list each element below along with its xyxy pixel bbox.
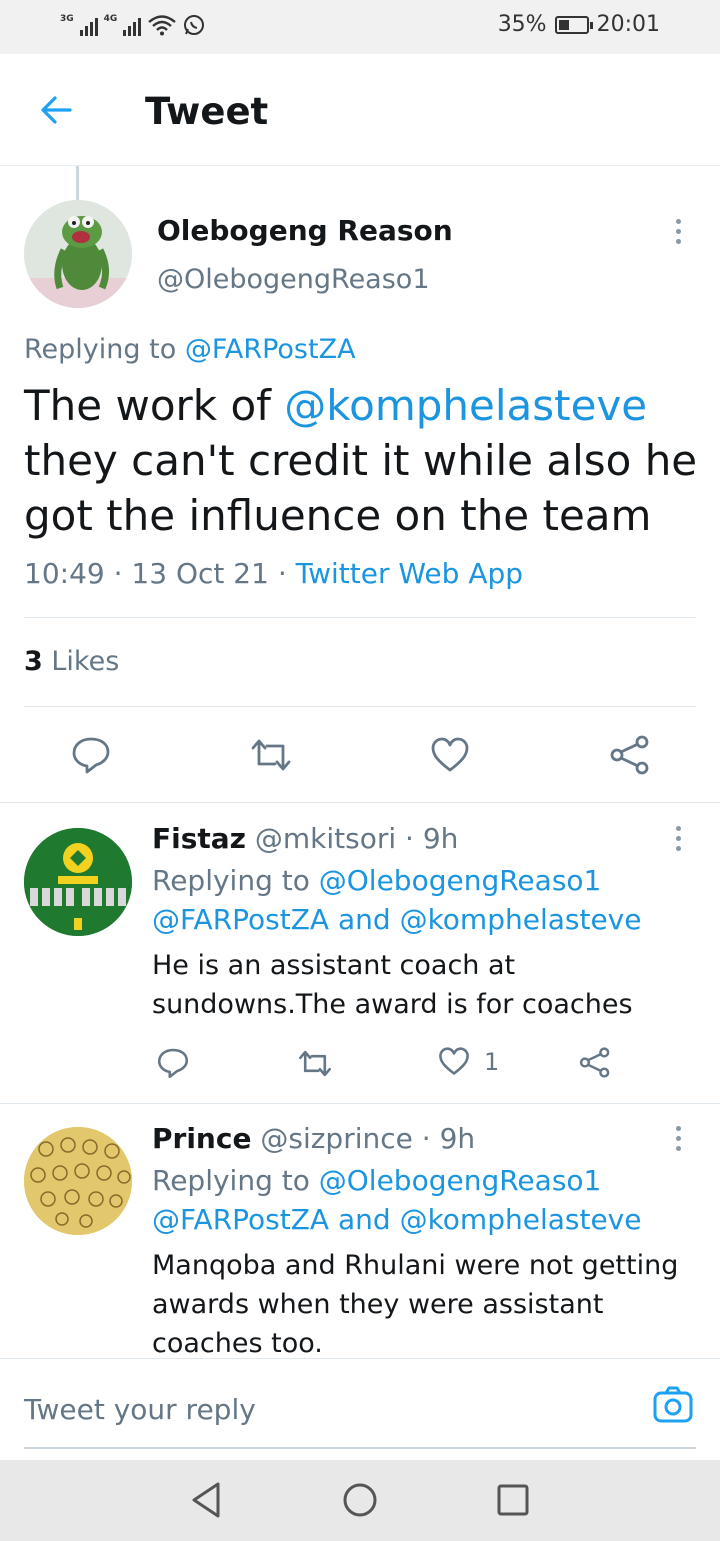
sketch-avatar-image xyxy=(24,1127,132,1235)
share-icon[interactable] xyxy=(578,1046,612,1079)
retweet-icon[interactable] xyxy=(297,1048,333,1079)
replying-to: Replying to @FARPostZA xyxy=(24,334,356,365)
status-right: 35% 20:01 xyxy=(498,12,660,37)
reply-input[interactable]: Tweet your reply xyxy=(24,1393,256,1426)
battery-percent: 35% xyxy=(497,12,547,37)
reply-age: 9h xyxy=(439,1122,476,1155)
system-nav-bar xyxy=(0,1460,720,1541)
signal-indicators: 3G 4G xyxy=(60,14,205,36)
mention-link[interactable]: @OlebogengReaso1 xyxy=(319,1164,602,1197)
network-type-2: 4G xyxy=(103,14,118,24)
author-handle[interactable]: @OlebogengReaso1 xyxy=(157,264,430,295)
mention-link[interactable]: @komphelasteve xyxy=(284,381,647,430)
signal-icon xyxy=(79,16,98,36)
thread-connector xyxy=(76,166,79,200)
reply-input-underline xyxy=(24,1447,696,1449)
status-bar: 3G 4G 35% 20:01 xyxy=(0,0,720,54)
reply-author-name[interactable]: Fistaz xyxy=(152,822,246,855)
reply-replying-to-more: @FARPostZA and @komphelasteve xyxy=(152,1203,641,1236)
reply-text: He is an assistant coach at sundowns.The… xyxy=(152,950,633,1020)
likes-count: 3 xyxy=(24,646,43,677)
like-icon[interactable] xyxy=(430,736,470,774)
nav-home-icon[interactable] xyxy=(341,1480,379,1520)
tweet-text-start: The work of xyxy=(24,381,285,430)
tweet-text-end: they can't credit it while also he got t… xyxy=(24,436,698,540)
reply-text: Manqoba and Rhulani were not getting awa… xyxy=(152,1250,679,1359)
retweet-icon[interactable] xyxy=(249,736,293,774)
signal-icon xyxy=(123,16,142,36)
reply-replying-to: Replying to @OlebogengReaso1 xyxy=(152,1164,601,1197)
mention-link[interactable]: @komphelasteve xyxy=(400,1203,642,1236)
clock: 20:01 xyxy=(596,12,660,37)
wifi-icon xyxy=(148,15,177,36)
reply-header: Fistaz @mkitsori · 9h xyxy=(152,822,458,855)
reply-age: 9h xyxy=(422,822,459,855)
mention-link[interactable]: @FARPostZA xyxy=(185,334,356,365)
reply-header: Prince @sizprince · 9h xyxy=(152,1122,475,1155)
more-icon[interactable] xyxy=(676,219,684,244)
reply-icon[interactable] xyxy=(156,1046,190,1080)
replying-prefix: Replying to xyxy=(24,334,177,365)
reply-author-name[interactable]: Prince xyxy=(152,1122,251,1155)
whatsapp-icon xyxy=(184,15,205,35)
divider xyxy=(24,617,696,618)
like-icon[interactable] xyxy=(438,1046,470,1077)
more-icon[interactable] xyxy=(676,1126,684,1151)
separator: · xyxy=(113,557,132,590)
sundowns-avatar-image xyxy=(24,828,132,936)
mention-link[interactable]: @komphelasteve xyxy=(400,903,642,936)
tweet-source[interactable]: Twitter Web App xyxy=(296,557,523,590)
and-word: and xyxy=(337,1203,391,1236)
more-icon[interactable] xyxy=(676,826,684,851)
reply-author-handle[interactable]: @sizprince xyxy=(260,1122,413,1155)
like-count: 1 xyxy=(484,1047,500,1076)
page-title: Tweet xyxy=(145,90,269,133)
tweet-time: 10:49 xyxy=(24,557,105,590)
tweet-text: The work of @komphelasteve they can't cr… xyxy=(24,378,704,543)
divider xyxy=(0,1103,720,1104)
reply-replying-to: Replying to @OlebogengReaso1 xyxy=(152,864,601,897)
separator: · xyxy=(405,822,414,855)
share-icon[interactable] xyxy=(608,734,652,776)
separator: · xyxy=(277,557,296,590)
separator: · xyxy=(421,1122,431,1155)
likes-label: Likes xyxy=(51,646,120,677)
kermit-avatar-image xyxy=(24,200,132,308)
camera-icon[interactable] xyxy=(652,1385,694,1425)
avatar[interactable] xyxy=(24,1127,132,1235)
mention-link[interactable]: @OlebogengReaso1 xyxy=(319,864,602,897)
reply-replying-to-more: @FARPostZA and @komphelasteve xyxy=(152,903,641,936)
tweet-date: 13 Oct 21 xyxy=(131,557,269,590)
divider xyxy=(0,802,720,803)
likes-summary[interactable]: 3 Likes xyxy=(24,646,119,677)
reply-composer: Tweet your reply xyxy=(0,1358,720,1458)
nav-back-icon[interactable] xyxy=(188,1480,224,1520)
and-word: and xyxy=(337,903,391,936)
reply-author-handle[interactable]: @mkitsori xyxy=(255,822,396,855)
divider xyxy=(24,706,696,707)
back-arrow-icon[interactable] xyxy=(36,90,76,130)
network-type-1: 3G xyxy=(60,14,74,24)
mention-link[interactable]: @FARPostZA xyxy=(152,1203,329,1236)
top-app-bar: Tweet xyxy=(0,54,720,166)
avatar[interactable] xyxy=(24,828,132,936)
like-action[interactable]: 1 xyxy=(438,1046,499,1077)
reply-icon[interactable] xyxy=(70,734,112,776)
battery-icon xyxy=(554,15,593,34)
replying-prefix: Replying to xyxy=(152,864,310,897)
tweet-meta: 10:49 · 13 Oct 21 · Twitter Web App xyxy=(24,557,523,590)
avatar[interactable] xyxy=(24,200,132,308)
replying-prefix: Replying to xyxy=(152,1164,310,1197)
author-name[interactable]: Olebogeng Reason xyxy=(157,214,453,247)
nav-recents-icon[interactable] xyxy=(496,1480,530,1520)
mention-link[interactable]: @FARPostZA xyxy=(152,903,329,936)
